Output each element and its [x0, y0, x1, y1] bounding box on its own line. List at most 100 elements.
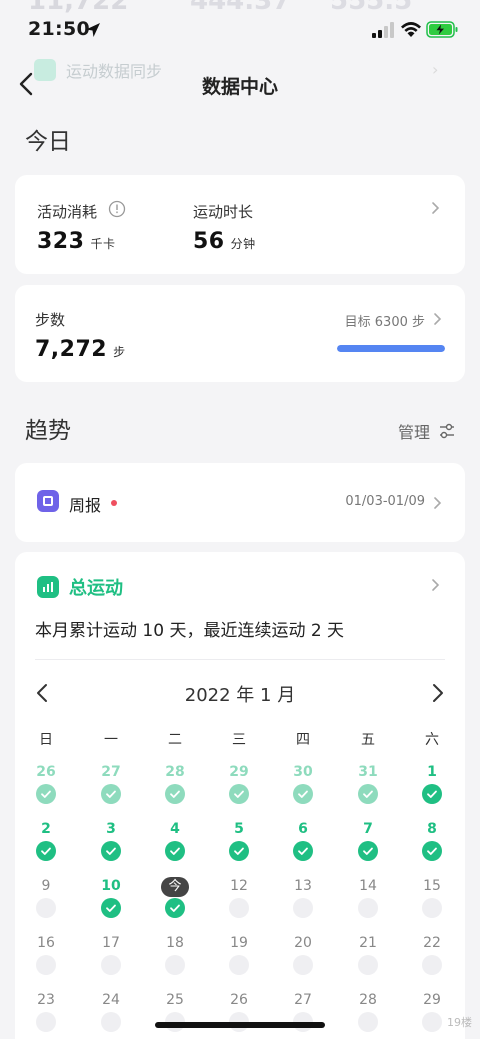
- weekday-label: 六: [425, 732, 439, 748]
- weekday-label: 五: [361, 732, 375, 748]
- check-icon: [165, 898, 185, 918]
- calendar-day-today[interactable]: 今: [161, 877, 189, 897]
- calories-value: 323 千卡: [37, 229, 115, 254]
- empty-day-dot: [293, 898, 313, 918]
- calendar-day[interactable]: 18: [155, 935, 195, 951]
- info-icon[interactable]: [108, 200, 126, 218]
- check-icon: [36, 841, 56, 861]
- calendar-day[interactable]: 8: [412, 821, 452, 837]
- empty-day-dot: [358, 1012, 378, 1032]
- check-icon: [293, 784, 313, 804]
- weekday-label: 日: [39, 732, 53, 748]
- chevron-right-icon[interactable]: [429, 578, 441, 592]
- total-exercise-title: 总运动: [69, 578, 123, 599]
- check-icon: [36, 784, 56, 804]
- chevron-right-icon: [432, 202, 440, 214]
- total-exercise-card: 总运动 本月累计运动 10 天，最近连续运动 2 天 2022 年 1 月 日 一…: [15, 552, 465, 1039]
- next-month-icon[interactable]: [427, 682, 447, 704]
- sliders-icon: [440, 423, 454, 439]
- steps-label: 步数: [35, 311, 66, 329]
- check-icon: [101, 841, 121, 861]
- calendar-day[interactable]: 10: [91, 878, 131, 894]
- steps-progress-bar: [337, 345, 445, 352]
- calendar-day[interactable]: 12: [219, 878, 259, 894]
- weekday-label: 二: [168, 732, 182, 748]
- weekly-report-range: 01/03-01/09: [345, 494, 425, 509]
- calendar-day[interactable]: 22: [412, 935, 452, 951]
- unread-dot: [111, 500, 117, 506]
- calendar-day[interactable]: 29: [219, 764, 259, 780]
- weekday-label: 一: [104, 732, 118, 748]
- calendar-day[interactable]: 20: [283, 935, 323, 951]
- check-icon: [229, 784, 249, 804]
- calendar-day[interactable]: 16: [26, 935, 66, 951]
- manage-button[interactable]: 管理: [398, 419, 456, 443]
- calendar-day[interactable]: 5: [219, 821, 259, 837]
- steps-progress-fill: [337, 345, 445, 352]
- calendar-day[interactable]: 23: [26, 992, 66, 1008]
- empty-day-dot: [165, 955, 185, 975]
- calendar-day[interactable]: 3: [91, 821, 131, 837]
- calendar-day[interactable]: 6: [283, 821, 323, 837]
- nav-bar: 运动数据同步 › 数据中心: [0, 58, 480, 112]
- ghost-background-number: 555.5: [330, 0, 413, 16]
- calendar-day[interactable]: 27: [91, 764, 131, 780]
- weekday-label: 三: [232, 732, 246, 748]
- calendar-day[interactable]: 21: [348, 935, 388, 951]
- calendar-day[interactable]: 31: [348, 764, 388, 780]
- empty-day-dot: [293, 955, 313, 975]
- weekly-report-icon: [37, 490, 59, 512]
- check-icon: [229, 841, 249, 861]
- check-icon: [101, 784, 121, 804]
- calendar-day[interactable]: 25: [155, 992, 195, 1008]
- steps-goal: 目标 6300 步: [344, 315, 425, 330]
- calendar-day[interactable]: 1: [412, 764, 452, 780]
- today-activity-card[interactable]: 活动消耗 323 千卡 运动时长 56 分钟: [15, 175, 465, 274]
- calendar-day[interactable]: 24: [91, 992, 131, 1008]
- calendar-day[interactable]: 4: [155, 821, 195, 837]
- steps-value: 7,272 步: [35, 337, 126, 362]
- empty-day-dot: [101, 955, 121, 975]
- cellular-signal-icon: [372, 22, 394, 38]
- calendar-day[interactable]: 7: [348, 821, 388, 837]
- watermark-logo: 19楼: [447, 1016, 472, 1029]
- today-section-title: 今日: [25, 129, 71, 155]
- calendar-day[interactable]: 26: [26, 764, 66, 780]
- check-icon: [358, 784, 378, 804]
- page-title: 数据中心: [201, 76, 278, 98]
- empty-day-dot: [422, 1012, 442, 1032]
- empty-day-dot: [358, 955, 378, 975]
- bar-chart-icon: [37, 576, 59, 598]
- calendar-day[interactable]: 15: [412, 878, 452, 894]
- duration-label: 运动时长: [193, 203, 254, 221]
- empty-day-dot: [36, 955, 56, 975]
- calendar-day[interactable]: 27: [283, 992, 323, 1008]
- empty-day-dot: [36, 1012, 56, 1032]
- month-label: 2022 年 1 月: [184, 685, 296, 706]
- duration-value: 56 分钟: [193, 229, 256, 254]
- manage-label: 管理: [397, 423, 430, 442]
- total-exercise-summary: 本月累计运动 10 天，最近连续运动 2 天: [35, 621, 345, 641]
- calendar-day[interactable]: 28: [348, 992, 388, 1008]
- empty-day-dot: [229, 955, 249, 975]
- calendar-day[interactable]: 17: [91, 935, 131, 951]
- battery-charging-icon: [426, 21, 458, 38]
- check-icon: [165, 841, 185, 861]
- empty-day-dot: [422, 955, 442, 975]
- calendar-day[interactable]: 9: [26, 878, 66, 894]
- weekly-report-card[interactable]: 周报 01/03-01/09: [15, 463, 465, 542]
- calendar-day[interactable]: 30: [283, 764, 323, 780]
- check-icon: [293, 841, 313, 861]
- status-bar: 11,722 444.37 555.5 21:50: [0, 0, 480, 60]
- calendar-day[interactable]: 13: [283, 878, 323, 894]
- steps-unit: 步: [113, 345, 126, 359]
- calendar-day[interactable]: 2: [26, 821, 66, 837]
- steps-card[interactable]: 步数 7,272 步 目标 6300 步: [15, 285, 465, 382]
- calendar-day[interactable]: 19: [219, 935, 259, 951]
- calendar-day[interactable]: 28: [155, 764, 195, 780]
- calendar-day[interactable]: 26: [219, 992, 259, 1008]
- duration-number: 56: [193, 229, 225, 254]
- calendar-day[interactable]: 29: [412, 992, 452, 1008]
- calendar-day[interactable]: 14: [348, 878, 388, 894]
- status-time: 21:50: [28, 18, 90, 40]
